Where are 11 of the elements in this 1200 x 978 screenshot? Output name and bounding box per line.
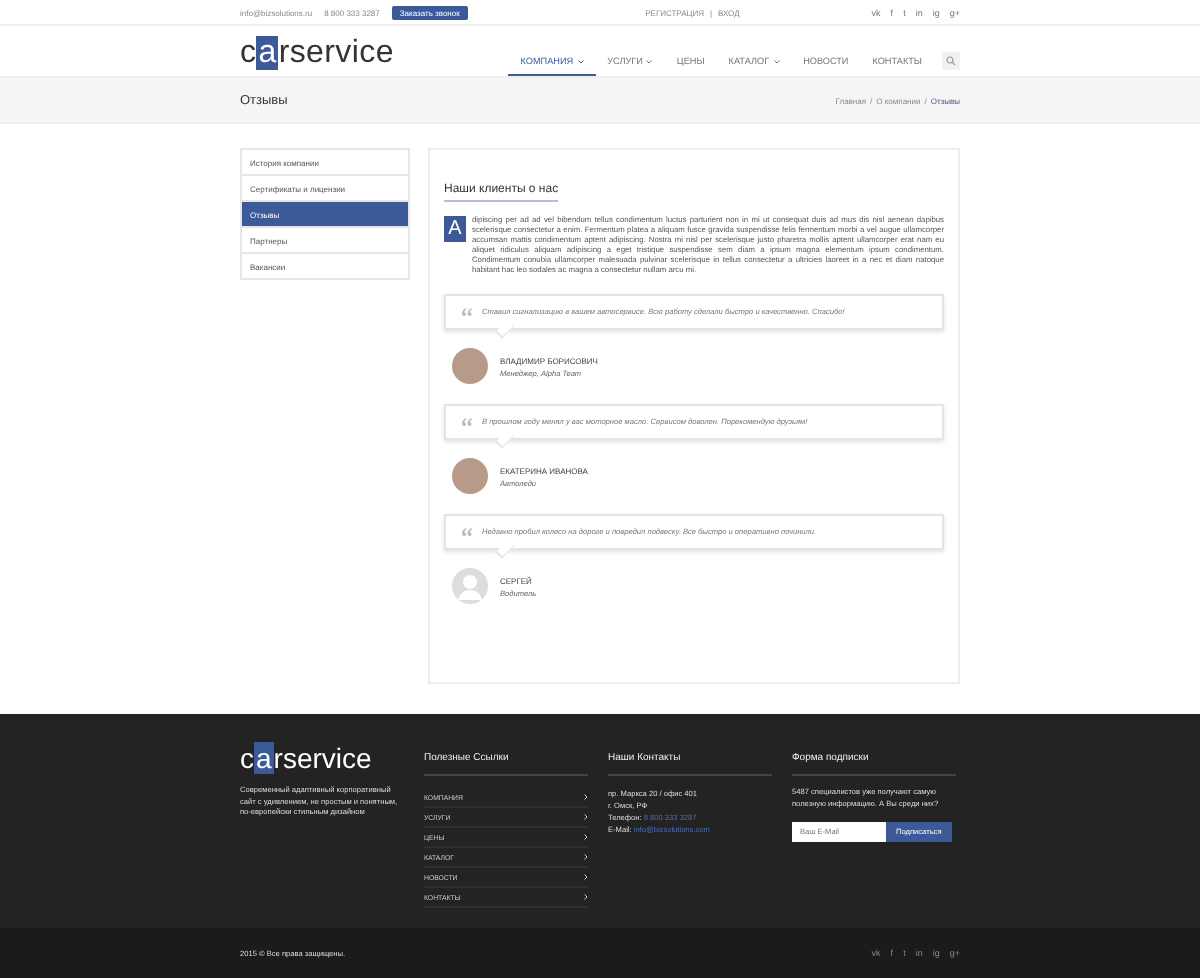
site-logo[interactable]: carservice xyxy=(240,742,404,774)
site-logo[interactable]: carservice xyxy=(240,35,394,71)
avatar-placeholder xyxy=(452,458,488,494)
search-icon xyxy=(946,55,956,65)
drop-cap: A xyxy=(444,216,466,242)
avatar-silhouette-icon xyxy=(452,568,488,604)
quote-icon xyxy=(462,308,472,316)
avatar-placeholder xyxy=(452,348,488,384)
search-button[interactable] xyxy=(942,51,960,69)
quote-icon xyxy=(462,418,472,426)
quote-icon xyxy=(462,528,472,536)
